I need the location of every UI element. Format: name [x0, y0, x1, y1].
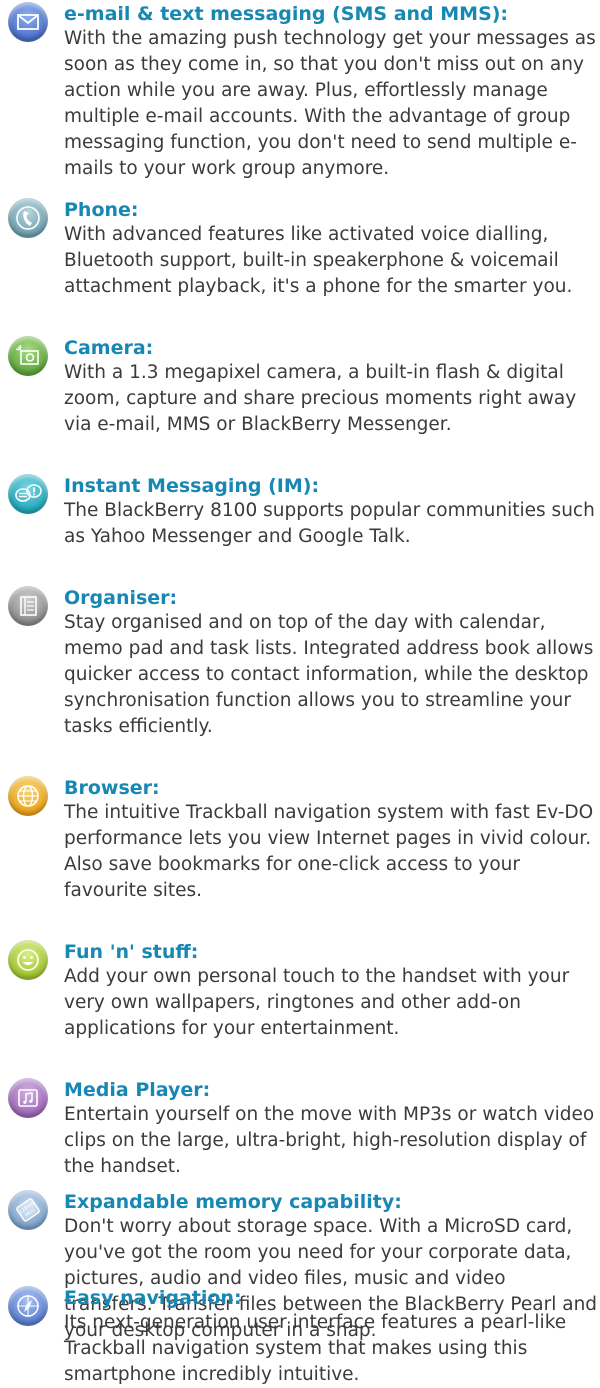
feature-title: Organiser: — [64, 587, 178, 609]
feature-title: Browser: — [64, 777, 160, 799]
globe-icon — [8, 776, 48, 816]
feature-title: Phone: — [64, 199, 139, 221]
feature-description: Add your own personal touch to the hands… — [64, 966, 570, 1039]
feature-description: With advanced features like activated vo… — [64, 224, 573, 297]
feature-description: The BlackBerry 8100 supports popular com… — [64, 500, 595, 547]
feature-title: Easy navigation: — [64, 1287, 242, 1309]
feature-title: Camera: — [64, 337, 154, 359]
smiley-icon — [8, 940, 48, 980]
feature-title: Expandable memory capability: — [64, 1191, 402, 1213]
feature-description: Its next-generation user interface featu… — [64, 1312, 567, 1385]
organiser-icon — [8, 586, 48, 626]
feature-description: With the amazing push technology get you… — [64, 28, 596, 179]
music-note-icon — [8, 1078, 48, 1118]
memory-card-icon: 128mb Mini — [8, 1190, 48, 1230]
feature-title: Media Player: — [64, 1079, 211, 1101]
compass-icon — [8, 1286, 48, 1326]
chat-bubbles-icon — [8, 474, 48, 514]
envelope-icon — [8, 2, 48, 42]
feature-description: Entertain yourself on the move with MP3s… — [64, 1104, 595, 1177]
camera-icon — [8, 336, 48, 376]
feature-description: The intuitive Trackball navigation syste… — [64, 802, 594, 901]
feature-title: Instant Messaging (IM): — [64, 475, 320, 497]
feature-title: e-mail & text messaging (SMS and MMS): — [64, 3, 509, 25]
feature-description: Stay organised and on top of the day wit… — [64, 612, 594, 737]
feature-title: Fun 'n' stuff: — [64, 941, 199, 963]
feature-description: With a 1.3 megapixel camera, a built-in … — [64, 362, 577, 435]
phone-icon — [8, 198, 48, 238]
